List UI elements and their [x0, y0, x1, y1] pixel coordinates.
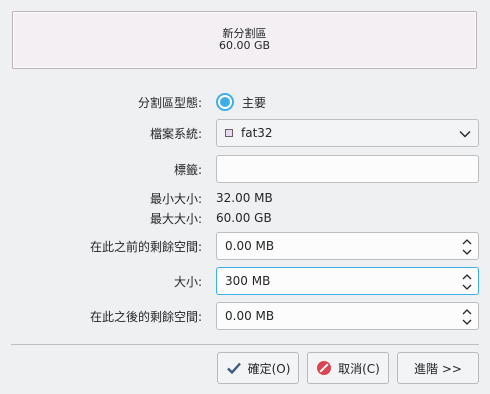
- max-size-label: 最大大小:: [149, 211, 202, 226]
- partition-preview: 新分割區 60.00 GB: [12, 11, 477, 69]
- filesystem-color-icon: [225, 129, 233, 137]
- size-label: 大小:: [173, 274, 202, 289]
- free-before-label: 在此之前的剩餘空間:: [89, 239, 202, 254]
- partition-type-radio[interactable]: 主要: [216, 88, 266, 116]
- free-before-row: 在此之前的剩餘空間: 0.00 MB: [0, 232, 490, 260]
- spin-arrows-icon[interactable]: [461, 271, 473, 293]
- label-row: 標籤:: [0, 155, 490, 183]
- free-before-value: 0.00 MB: [225, 239, 275, 253]
- spin-arrows-icon[interactable]: [461, 236, 473, 258]
- radio-icon[interactable]: [216, 93, 234, 111]
- cancel-button-label: 取消(C): [338, 361, 380, 376]
- partition-type-row: 分割區型態: 主要: [0, 88, 490, 116]
- size-spinbox[interactable]: 300 MB: [216, 267, 479, 295]
- preview-partition-size: 60.00 GB: [218, 39, 271, 52]
- max-size-row: 最大大小: 60.00 GB: [0, 204, 490, 232]
- cancel-icon: [316, 360, 332, 376]
- free-after-label: 在此之後的剩餘空間:: [89, 309, 202, 324]
- size-value: 300 MB: [225, 274, 271, 288]
- filesystem-combobox[interactable]: fat32: [216, 119, 479, 147]
- filesystem-label: 檔案系統:: [149, 126, 202, 141]
- free-after-row: 在此之後的剩餘空間: 0.00 MB: [0, 302, 490, 330]
- max-size-value: 60.00 GB: [216, 211, 272, 225]
- partition-type-value[interactable]: 主要: [242, 94, 266, 111]
- advanced-button[interactable]: 進階 >>: [397, 352, 479, 384]
- free-before-spinbox[interactable]: 0.00 MB: [216, 232, 479, 260]
- ok-button[interactable]: 確定(O): [217, 352, 299, 384]
- free-after-value: 0.00 MB: [225, 309, 275, 323]
- ok-button-label: 確定(O): [247, 361, 291, 376]
- size-row: 大小: 300 MB: [0, 267, 490, 295]
- advanced-button-label: 進階 >>: [414, 361, 462, 376]
- partition-type-label: 分割區型態:: [137, 95, 202, 110]
- separator: [11, 344, 479, 345]
- free-after-spinbox[interactable]: 0.00 MB: [216, 302, 479, 330]
- chevron-down-icon: [459, 131, 471, 138]
- filesystem-row: 檔案系統: fat32: [0, 119, 490, 147]
- label-label: 標籤:: [173, 162, 202, 177]
- check-icon: [226, 360, 242, 376]
- cancel-button[interactable]: 取消(C): [307, 352, 389, 384]
- label-input[interactable]: [216, 155, 479, 183]
- spin-arrows-icon[interactable]: [461, 306, 473, 328]
- filesystem-value: fat32: [241, 126, 273, 140]
